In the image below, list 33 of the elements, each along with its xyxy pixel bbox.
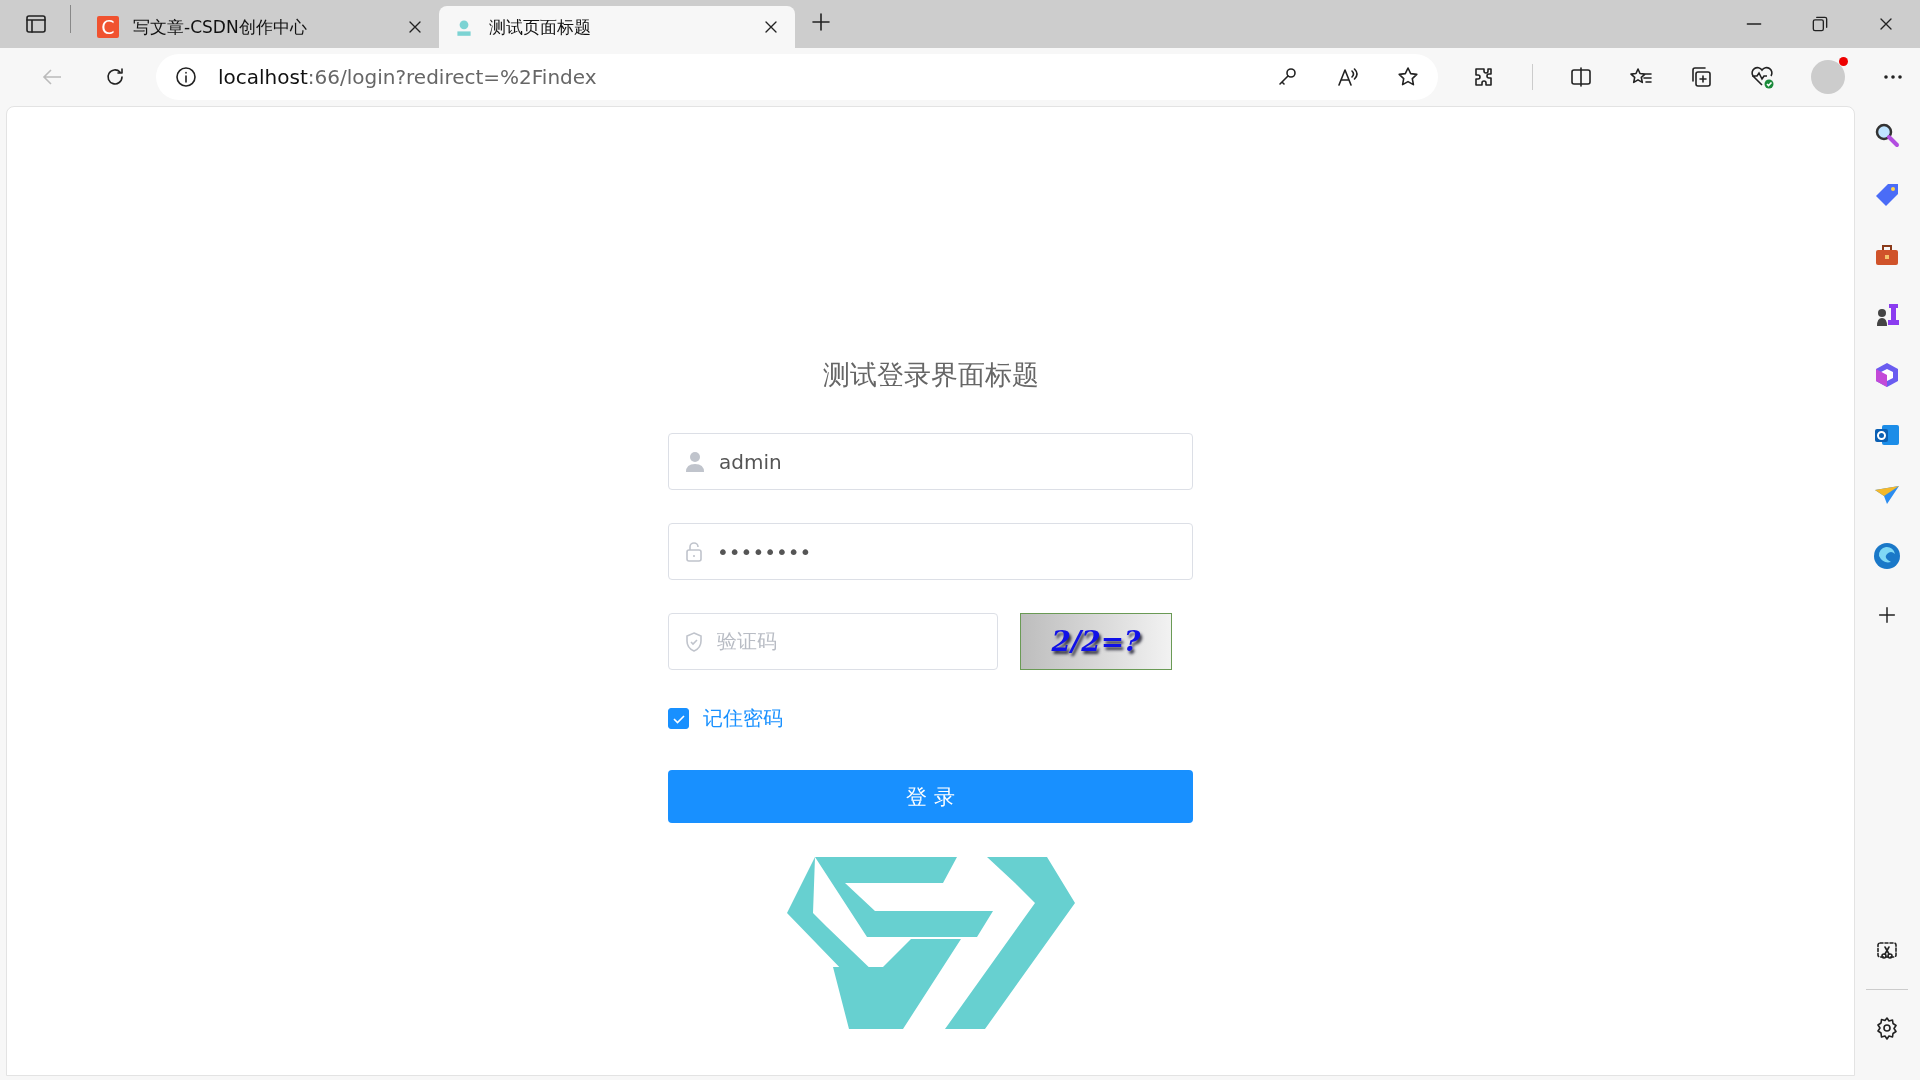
password-field[interactable]: ••••••••: [668, 523, 1193, 580]
info-icon[interactable]: [174, 65, 198, 89]
health-icon[interactable]: [1749, 64, 1775, 90]
tab-title: 写文章-CSDN创作中心: [133, 15, 308, 39]
browser-tab[interactable]: 测试页面标题: [439, 6, 795, 48]
username-field[interactable]: admin: [668, 433, 1193, 490]
read-aloud-icon[interactable]: [1336, 65, 1360, 89]
tab-actions-icon[interactable]: [24, 12, 48, 36]
login-title: 测试登录界面标题: [822, 358, 1039, 392]
toolbox-icon[interactable]: [1874, 242, 1900, 268]
collections-icon[interactable]: [1689, 65, 1713, 89]
tag-icon[interactable]: [1874, 182, 1900, 208]
tab-title: 测试页面标题: [489, 15, 592, 39]
user-icon: [685, 450, 705, 473]
address-bar[interactable]: localhost:66/login?redirect=%2Findex: [156, 54, 1438, 100]
site-favicon: C: [97, 16, 119, 38]
remember-checkbox[interactable]: [668, 708, 689, 729]
profile-avatar[interactable]: [1811, 60, 1845, 94]
outlook-icon[interactable]: [1874, 422, 1900, 448]
new-tab-icon[interactable]: [809, 10, 833, 34]
add-icon[interactable]: [1876, 604, 1898, 626]
lock-icon: [685, 541, 703, 562]
search-icon[interactable]: [1874, 122, 1900, 148]
url-text: localhost:66/login?redirect=%2Findex: [218, 65, 598, 89]
browser-tab[interactable]: C 写文章-CSDN创作中心: [83, 6, 439, 48]
hexagon-icon[interactable]: [1874, 362, 1900, 388]
split-screen-icon[interactable]: [1569, 65, 1593, 89]
shield-icon: [685, 631, 703, 652]
swirl-icon[interactable]: [1873, 542, 1901, 570]
restore-icon[interactable]: [1810, 14, 1830, 34]
chess-icon[interactable]: [1874, 302, 1900, 328]
captcha-image[interactable]: 2/2=?: [1020, 613, 1172, 670]
settings-icon[interactable]: [1875, 1016, 1899, 1040]
